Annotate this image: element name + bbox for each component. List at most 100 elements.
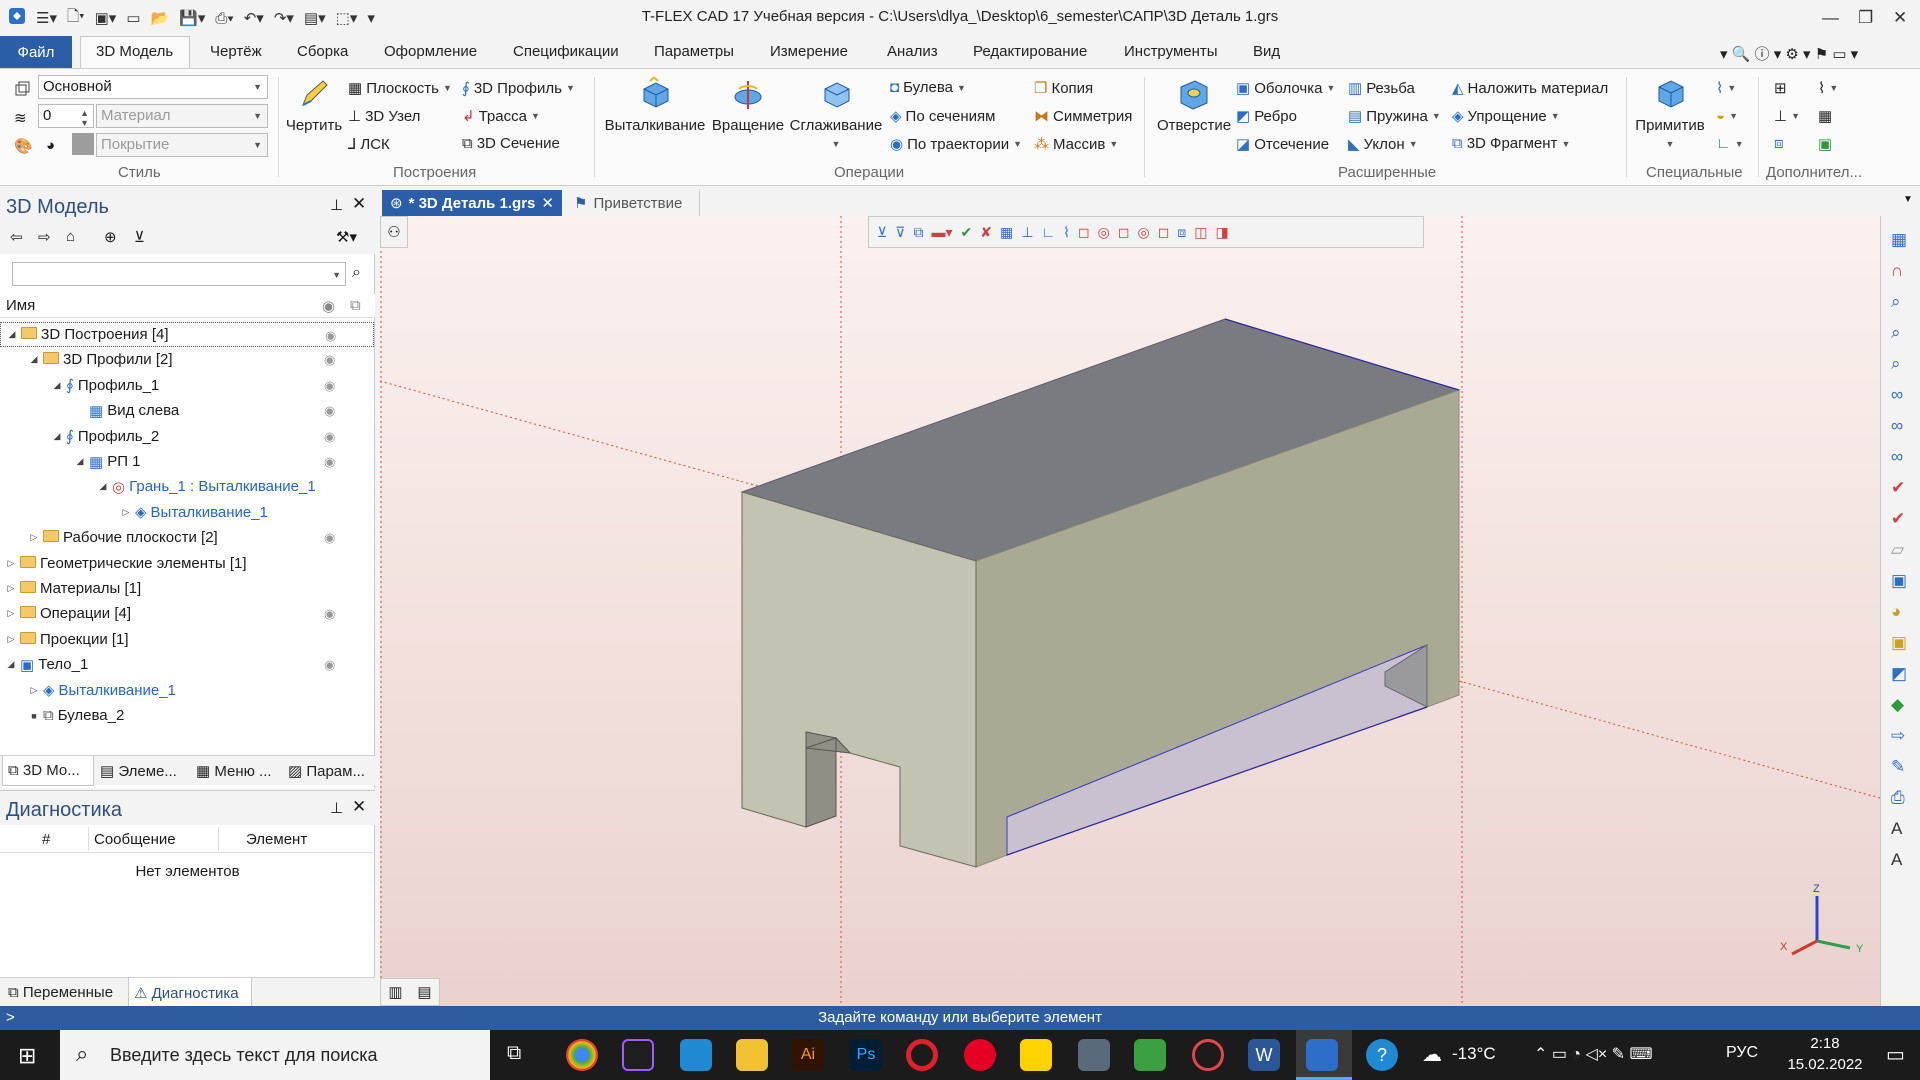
edge-filter-icon[interactable]: ◎	[1098, 224, 1110, 241]
visibility-eye-icon[interactable]: ◉	[324, 606, 340, 621]
language-indicator[interactable]: РУС	[1726, 1044, 1758, 1062]
tree-item[interactable]: ◢ ▣ Тело_1 ◉	[0, 652, 374, 677]
tab-params[interactable]: Параметры	[654, 43, 734, 60]
tree-item[interactable]: ◢ ∮ Профиль_1 ◉	[0, 373, 374, 398]
word-icon[interactable]: W	[1248, 1039, 1280, 1071]
illustrator-icon[interactable]: Ai	[792, 1039, 824, 1071]
edit-view-icon[interactable]: ✎	[1891, 751, 1907, 782]
extra-tool-6[interactable]: ▣	[1818, 135, 1832, 153]
special-tool-3[interactable]: ∟ ▼	[1716, 135, 1744, 152]
layout-2-icon[interactable]: ▤	[417, 983, 431, 1001]
pinterest-icon[interactable]	[964, 1039, 996, 1071]
by-path-button[interactable]: ◉ По траектории ▼	[890, 135, 1022, 154]
tree-item[interactable]: ▷ Проекции [1]	[0, 627, 374, 652]
render-icon[interactable]: ◕	[1891, 596, 1907, 627]
visibility-eye-icon[interactable]: ◉	[324, 657, 340, 672]
extra-tool-2[interactable]: ⊥ ▼	[1774, 107, 1800, 125]
3d-viewport[interactable]: Z Y X ⊻ ⊽ ⧉ ▬▾ ✔ ✘ ▦ ⊥ ∟ ⌇ ◻ ◎ ◻ ◎ ◻ ⧈ ◫…	[380, 216, 1880, 1006]
panel-icon[interactable]: ▦	[1891, 224, 1907, 255]
box-view-2-icon[interactable]: ▣	[1891, 627, 1907, 658]
array-button[interactable]: ⁂ Массив ▼	[1034, 135, 1118, 154]
filter-4-icon[interactable]: ▬▾	[932, 224, 953, 241]
expand-toggle-icon[interactable]: ▷	[6, 558, 16, 569]
select-filter-icon[interactable]: ⊻	[877, 224, 887, 241]
expand-toggle-icon[interactable]: ◢	[7, 329, 17, 340]
calculator-icon[interactable]	[1078, 1039, 1110, 1071]
close-panel-icon[interactable]: ✕	[352, 797, 366, 817]
tab-view[interactable]: Вид	[1253, 43, 1280, 60]
filter-2-icon[interactable]: ⊽	[895, 224, 905, 241]
filter-icon[interactable]: ⊻	[134, 228, 145, 246]
tree-item[interactable]: ▦ Вид слева ◉	[0, 398, 374, 423]
doc-tab-welcome[interactable]: ⚑ Приветствие	[570, 190, 700, 216]
explorer-icon[interactable]	[736, 1039, 768, 1071]
apply-material-button[interactable]: ◭ Наложить материал	[1452, 79, 1608, 98]
expand-toggle-icon[interactable]: ◢	[98, 481, 108, 492]
tab-3d-model-panel[interactable]: ⧉ 3D Мо...	[8, 762, 80, 779]
expand-toggle-icon[interactable]: ▷	[29, 685, 39, 696]
box-view-icon[interactable]: ▣	[1891, 565, 1907, 596]
grid-view-icon[interactable]: ▦	[1000, 224, 1013, 241]
color-swatch[interactable]	[72, 133, 94, 155]
expand-toggle-icon[interactable]: ■	[29, 711, 39, 721]
expand-toggle-icon[interactable]: ▷	[6, 634, 16, 645]
rib-button[interactable]: ◩ Ребро	[1236, 107, 1297, 126]
copy-button[interactable]: ❐ Копия	[1034, 79, 1093, 98]
windows-start-icon[interactable]: ⊞	[18, 1043, 36, 1069]
axis-view-icon[interactable]: ⊥	[1021, 224, 1033, 241]
axis-view-2-icon[interactable]: ∟	[1041, 224, 1055, 240]
ribbon-options-icon[interactable]: ▾ 🔍 ⓘ ▾ ⚙ ▾ ⚑ ▭ ▾	[1720, 43, 1858, 64]
tree-search-input[interactable]: ▼	[12, 262, 346, 286]
record-icon[interactable]	[1192, 1039, 1224, 1071]
tree-item[interactable]: ◢ 3D Профили [2] ◉	[0, 347, 374, 372]
plane-view-icon[interactable]: ▱	[1891, 534, 1907, 565]
palette-icon[interactable]: ◕	[46, 137, 55, 154]
curve-view-icon[interactable]: ⌇	[1063, 224, 1070, 241]
loop-filter-icon[interactable]: ◎	[1137, 224, 1149, 241]
expand-toggle-icon[interactable]: ◢	[75, 456, 85, 467]
tab-tools[interactable]: Инструменты	[1124, 43, 1218, 60]
visibility-eye-icon[interactable]: ◉	[324, 403, 340, 418]
pin-icon[interactable]: ⊥	[330, 799, 343, 817]
extra-tool-4[interactable]: ⌇ ▼	[1818, 79, 1838, 97]
tabs-dropdown-icon[interactable]: ▼	[1903, 194, 1913, 205]
visibility-eye-icon[interactable]: ◉	[324, 378, 340, 393]
visibility-column-icon[interactable]: ◉	[322, 297, 335, 315]
forward-icon[interactable]: ⇨	[38, 228, 51, 246]
check-icon[interactable]: ✔	[961, 224, 973, 241]
taskbar-search-input[interactable]: ⌕ Введите здесь текст для поиска	[60, 1030, 490, 1080]
level-stepper[interactable]: 0 ▲ ▼	[38, 104, 94, 128]
settings-tool-icon[interactable]: ⚒▾	[336, 228, 357, 246]
restore-icon[interactable]: ❐	[1858, 8, 1873, 28]
tab-measure[interactable]: Измерение	[770, 43, 848, 60]
primitives-button[interactable]: Примитив ▼	[1632, 77, 1708, 151]
face-filter-icon[interactable]: ◻	[1078, 224, 1090, 241]
symmetry-button[interactable]: ⧓ Симметрия	[1034, 107, 1132, 126]
colors-icon[interactable]: 🎨	[14, 137, 33, 155]
expand-toggle-icon[interactable]: ◢	[29, 354, 39, 365]
expand-toggle-icon[interactable]: ◢	[52, 431, 62, 442]
smooth-button[interactable]: Сглаживание ▼	[786, 77, 886, 151]
tree-item[interactable]: ▷ Материалы [1]	[0, 576, 374, 601]
tree-item[interactable]: ◢ 3D Построения [4] ◉	[0, 322, 374, 347]
tray-icons[interactable]: ⌃ ▭ ◔ ◁× ✎ ⌨	[1534, 1044, 1653, 1064]
zoom-window-icon[interactable]: ⌕	[1891, 317, 1907, 348]
tab-menu-panel[interactable]: ▦ Меню ...	[196, 762, 272, 780]
view-arrow-icon[interactable]: ⇨	[1891, 720, 1907, 751]
tab-variables[interactable]: ⧉ Переменные	[8, 984, 113, 1001]
glasses-3-icon[interactable]: ∞	[1891, 441, 1907, 472]
expand-toggle-icon[interactable]: ◢	[52, 380, 62, 391]
tree-item[interactable]: ▷ ◈ Выталкивание_1	[0, 500, 374, 525]
expand-toggle-icon[interactable]: ◢	[6, 659, 16, 670]
expand-toggle-icon[interactable]: ▷	[29, 532, 39, 543]
extra-tool-3[interactable]: ⧈	[1774, 135, 1784, 152]
tab-diagnostics[interactable]: ⚠ Диагностика	[134, 984, 239, 1002]
notifications-icon[interactable]: ▭	[1886, 1042, 1905, 1067]
expand-toggle-icon[interactable]: ▷	[121, 507, 131, 518]
layer-select[interactable]: Основной ▼	[38, 75, 268, 99]
tree-item[interactable]: ▷ Рабочие плоскости [2] ◉	[0, 525, 374, 550]
hole-button[interactable]: Отверстие	[1150, 77, 1238, 134]
boolean-button[interactable]: ◘ Булева ▼	[890, 79, 966, 96]
material-select[interactable]: Материал ▼	[96, 104, 268, 128]
lcs-button[interactable]: ⅃ ЛСК	[348, 135, 390, 154]
